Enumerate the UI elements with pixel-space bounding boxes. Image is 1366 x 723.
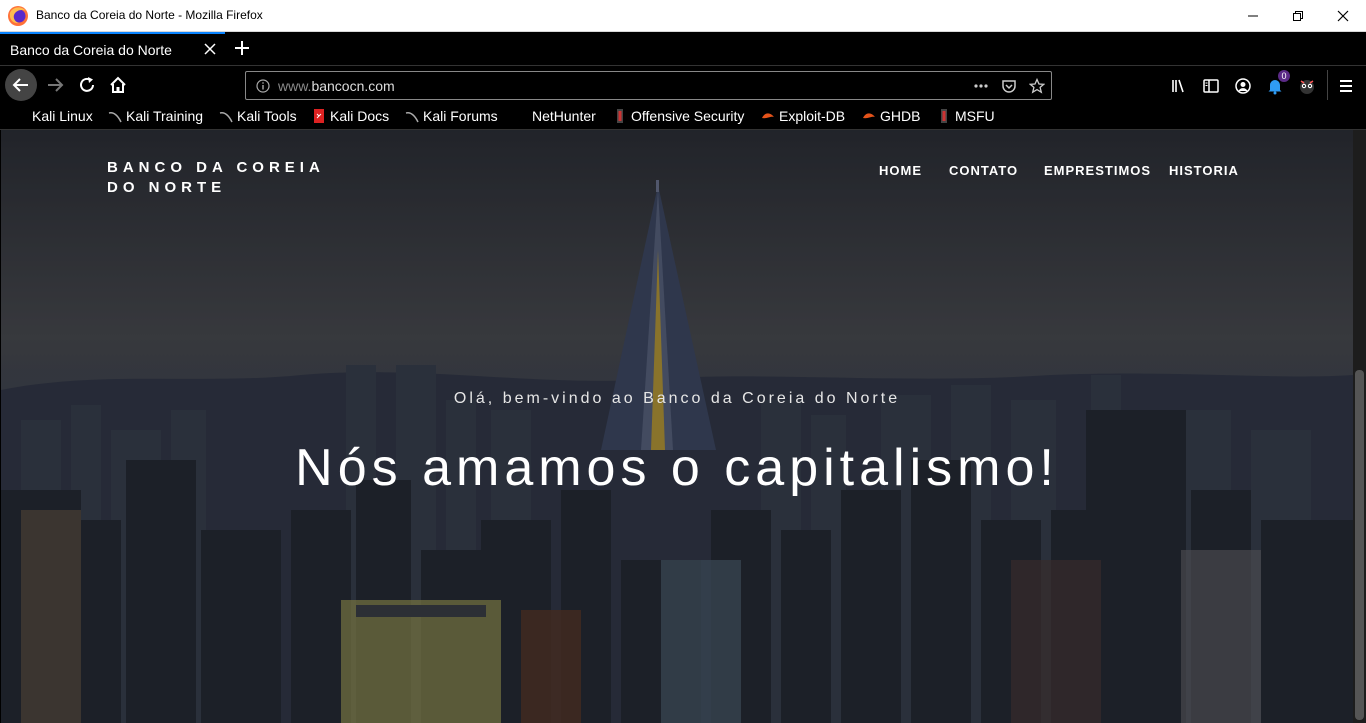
nav-emprestimos-link[interactable]: EMPRESTIMOS: [1044, 163, 1151, 178]
library-icon[interactable]: [1170, 77, 1188, 95]
new-tab-icon[interactable]: [232, 38, 252, 58]
tab-strip: Banco da Coreia do Norte: [0, 32, 1366, 65]
kali-icon: [405, 112, 419, 123]
url-domain: bancocn.com: [311, 78, 395, 94]
brand-line-1: BANCO DA COREIA: [107, 159, 325, 176]
site-brand-logo[interactable]: BANCO DA COREIA DO NORTE: [107, 158, 367, 198]
restore-button[interactable]: [1275, 0, 1321, 31]
offsec-icon: [941, 109, 947, 123]
url-bar[interactable]: www.bancocn.com: [245, 71, 1052, 100]
tab-close-icon[interactable]: [203, 42, 217, 56]
kali-icon: [108, 112, 122, 123]
reload-button[interactable]: [72, 70, 102, 100]
home-button[interactable]: [103, 70, 133, 100]
forward-arrow-icon: [48, 78, 64, 92]
bookmark-label: Kali Training: [126, 108, 204, 124]
tab-title: Banco da Coreia do Norte: [10, 42, 172, 58]
url-text[interactable]: www.bancocn.com: [278, 78, 395, 94]
reload-icon: [80, 77, 94, 92]
url-prefix: www.: [278, 78, 312, 94]
page-scrollbar[interactable]: [1353, 130, 1366, 723]
bookmark-label: MSFU: [955, 108, 995, 124]
hero-subtitle: Olá, bem-vindo ao Banco da Coreia do Nor…: [453, 390, 901, 407]
minimize-icon: [1248, 15, 1258, 16]
nav-historia-link[interactable]: HISTORIA: [1169, 163, 1239, 178]
hamburger-menu-icon[interactable]: [1337, 77, 1355, 95]
kali-docs-icon: [314, 109, 324, 123]
pocket-icon[interactable]: [1001, 78, 1017, 94]
window-titlebar: Banco da Coreia do Norte - Mozilla Firef…: [0, 0, 1366, 32]
close-window-button[interactable]: [1320, 0, 1366, 31]
scrollbar-thumb[interactable]: [1355, 370, 1364, 720]
page-viewport: BANCO DA COREIA DO NORTE HOME CONTATO EM…: [1, 130, 1353, 723]
bookmark-msfu[interactable]: MSFU: [937, 108, 995, 124]
tab-banco[interactable]: Banco da Coreia do Norte: [0, 32, 225, 65]
bookmark-ghdb[interactable]: GHDB: [862, 108, 920, 124]
info-icon[interactable]: [256, 79, 270, 93]
back-button[interactable]: [5, 69, 37, 101]
bookmark-label: Kali Linux: [32, 108, 93, 124]
account-icon[interactable]: [1234, 77, 1252, 95]
exploitdb-icon: [863, 113, 875, 119]
bookmark-kali-training[interactable]: Kali Training: [108, 108, 203, 124]
kali-icon: [14, 109, 28, 123]
nav-home-link[interactable]: HOME: [879, 163, 922, 178]
exploitdb-icon: [762, 113, 774, 119]
navigation-toolbar: www.bancocn.com: [0, 65, 1366, 103]
bookmark-kali-docs[interactable]: Kali Docs: [312, 108, 389, 124]
minimize-button[interactable]: [1230, 0, 1276, 31]
back-arrow-icon: [12, 78, 28, 92]
bookmark-label: NetHunter: [532, 108, 596, 124]
bookmark-label: Kali Docs: [330, 108, 390, 124]
bookmarks-toolbar: Kali Linux Kali Training Kali Tools Kali…: [0, 103, 1366, 130]
toolbar-separator: [1327, 70, 1328, 100]
nethunter-icon: [514, 109, 528, 123]
offsec-icon: [617, 109, 623, 123]
bookmark-label: Kali Forums: [423, 108, 498, 124]
home-icon: [110, 76, 126, 93]
bookmark-offensive-security[interactable]: Offensive Security: [613, 108, 744, 124]
bookmark-label: Kali Tools: [237, 108, 297, 124]
bookmark-label: Exploit-DB: [779, 108, 846, 124]
nav-contato-link[interactable]: CONTATO: [949, 163, 1018, 178]
bookmark-star-icon[interactable]: [1029, 78, 1045, 94]
kali-icon: [219, 112, 233, 123]
restore-icon: [1293, 10, 1303, 21]
brand-line-2: DO NORTE: [107, 179, 227, 196]
firefox-logo-icon: [8, 6, 28, 26]
bookmark-kali-linux[interactable]: Kali Linux: [14, 108, 93, 124]
bookmark-label: Offensive Security: [631, 108, 745, 124]
sidebar-icon[interactable]: [1202, 77, 1220, 95]
bookmark-nethunter[interactable]: NetHunter: [514, 108, 596, 124]
bookmark-kali-tools[interactable]: Kali Tools: [219, 108, 297, 124]
window-title: Banco da Coreia do Norte - Mozilla Firef…: [36, 8, 263, 22]
bookmark-exploit-db[interactable]: Exploit-DB: [761, 108, 845, 124]
notification-badge: 0: [1278, 70, 1290, 82]
page-actions-icon[interactable]: [973, 78, 989, 94]
close-icon: [1337, 10, 1349, 21]
forward-button[interactable]: [40, 70, 70, 100]
hero-title: Nós amamos o capitalismo!: [295, 439, 1059, 497]
bookmark-kali-forums[interactable]: Kali Forums: [405, 108, 498, 124]
bookmark-label: GHDB: [880, 108, 921, 124]
extension-icon[interactable]: [1298, 77, 1316, 95]
